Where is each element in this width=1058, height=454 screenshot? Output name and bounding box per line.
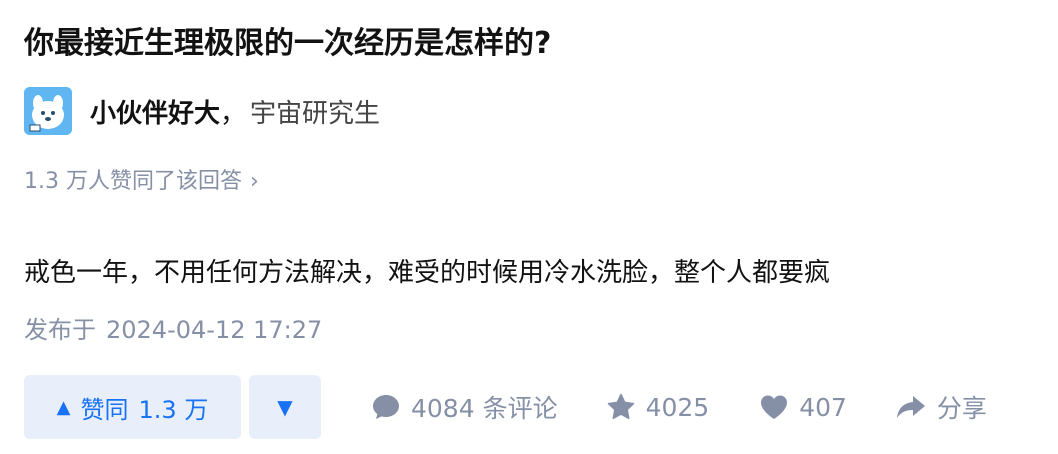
chevron-right-icon: › (249, 169, 259, 194)
upvote-button[interactable]: ▲ 赞同 1.3 万 (24, 375, 241, 439)
downvote-button[interactable]: ▼ (249, 375, 321, 439)
triangle-up-icon: ▲ (56, 396, 71, 418)
upvote-label: 赞同 (80, 395, 129, 424)
publish-datetime: 2024-04-12 17:27 (106, 316, 323, 344)
publish-time[interactable]: 发布于 2024-04-12 17:27 (24, 312, 322, 348)
answer-content: 戒色一年，不用任何方法解决，难受的时候用冷水洗脸，整个人都要疯 (24, 258, 831, 288)
upvote-summary-link[interactable]: 1.3 万人赞同了该回答 › (24, 164, 259, 200)
question-title[interactable]: 你最接近生理极限的一次经历是怎样的? (24, 22, 551, 66)
action-bar: ▲ 赞同 1.3 万 ▼ 4084 条评论 4025 407 分享 (24, 375, 987, 439)
share-button[interactable]: 分享 (895, 389, 987, 425)
comments-button[interactable]: 4084 条评论 (371, 389, 558, 425)
author-info: 小伙伴好大 ， 宇宙研究生 (24, 86, 380, 136)
comments-label: 4084 条评论 (411, 394, 558, 423)
like-button[interactable]: 407 (759, 392, 847, 422)
favorite-count: 4025 (645, 392, 710, 422)
avatar-dog-icon (24, 87, 72, 135)
avatar[interactable] (24, 87, 72, 135)
heart-icon (761, 395, 788, 419)
share-label: 分享 (936, 394, 987, 423)
favorite-button[interactable]: 4025 (606, 392, 710, 422)
triangle-down-icon: ▼ (277, 395, 293, 419)
author-name[interactable]: 小伙伴好大 (90, 93, 220, 130)
author-separator: ， (220, 98, 247, 129)
upvote-count: 1.3 万 (138, 395, 209, 424)
author-bio: 宇宙研究生 (250, 98, 381, 129)
publish-label: 发布于 (24, 316, 96, 344)
star-icon (607, 393, 634, 420)
share-arrow-icon (896, 396, 925, 418)
upvote-summary-text: 1.3 万人赞同了该回答 (24, 169, 242, 194)
comment-icon (373, 395, 399, 419)
like-count: 407 (799, 392, 847, 422)
